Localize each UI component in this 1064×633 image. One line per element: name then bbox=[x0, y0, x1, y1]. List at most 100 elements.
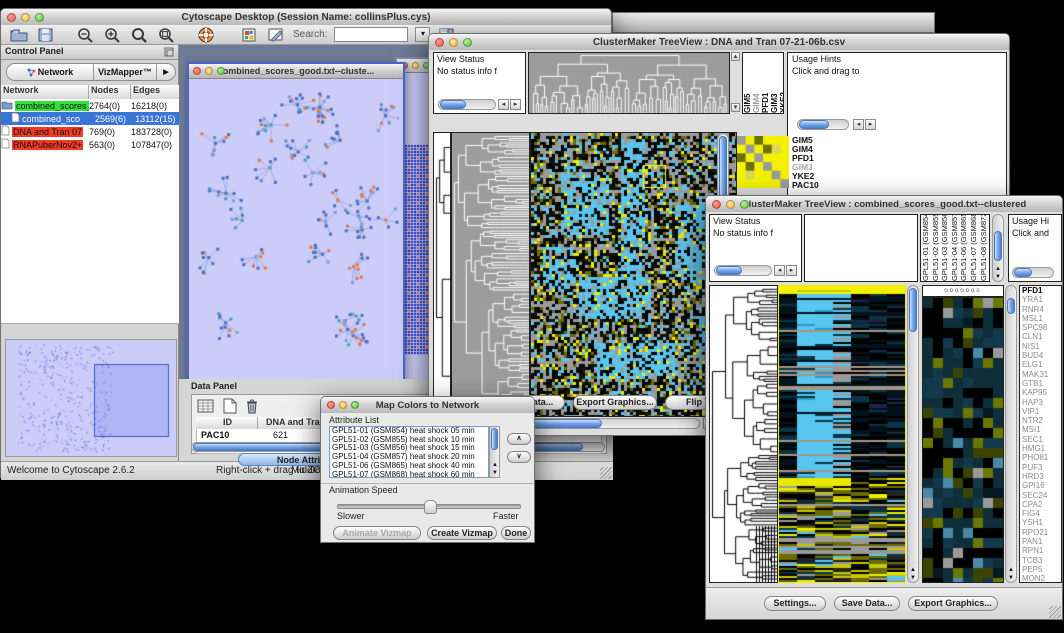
scroll-up-arrow[interactable]: ▲ bbox=[1008, 567, 1014, 573]
gene-label[interactable]: MSI1 bbox=[1022, 425, 1061, 434]
tv1-global-tree[interactable] bbox=[433, 132, 451, 417]
gene-label[interactable]: BUD4 bbox=[1022, 351, 1061, 360]
gene-label[interactable]: GPI16 bbox=[1022, 481, 1061, 490]
gene-label[interactable]: PEP5 bbox=[1022, 565, 1061, 574]
tv2-status-scrollbar[interactable] bbox=[714, 265, 772, 276]
tv1-heatmap-hscroll[interactable] bbox=[530, 418, 700, 429]
network-row[interactable]: combined_scores_2764(0)16218(0) bbox=[1, 99, 179, 112]
new-attribute-icon[interactable] bbox=[220, 397, 240, 415]
tv1-row-labels[interactable]: GIM5GIM4PFD1GIM3YKE2PAC10 bbox=[792, 136, 842, 192]
gene-label[interactable]: HAP3 bbox=[1022, 398, 1061, 407]
gene-label[interactable]: FIG4 bbox=[1022, 509, 1061, 518]
gene-label[interactable]: PHO81 bbox=[1022, 453, 1061, 462]
gene-label[interactable]: GTB1 bbox=[1022, 379, 1061, 388]
attribute-list-item[interactable]: GPL51-06 (GSM865) heat shock 40 min bbox=[332, 462, 488, 471]
gene-label[interactable]: SEC24 bbox=[1022, 491, 1061, 500]
minimize-button[interactable] bbox=[449, 38, 458, 47]
gene-label[interactable]: MSL1 bbox=[1022, 314, 1061, 323]
attribute-list-item[interactable]: GPL51-01 (GSM854) heat shock 05 min bbox=[332, 427, 488, 436]
minimize-button[interactable] bbox=[21, 13, 30, 22]
gene-label[interactable]: SPC98 bbox=[1022, 323, 1061, 332]
vizmap-icon[interactable] bbox=[239, 26, 259, 44]
tv1-column-labels[interactable]: GIM5GIM4PFD1GIM3YKE2PAC10 bbox=[742, 52, 784, 114]
tv2-settings-button[interactable]: Settings... bbox=[764, 596, 826, 611]
scroll-right-button[interactable]: ▸ bbox=[865, 119, 876, 130]
minimize-button[interactable] bbox=[205, 67, 213, 75]
gene-label[interactable]: SEC1 bbox=[1022, 435, 1061, 444]
gene-label[interactable]: MON2 bbox=[1022, 574, 1061, 583]
animation-speed-slider[interactable] bbox=[337, 504, 521, 509]
tv2-column-label[interactable]: GPL51-03 (GSM856) bbox=[940, 215, 950, 281]
gene-label[interactable]: YSH1 bbox=[1022, 518, 1061, 527]
attribute-list-scrollbar[interactable]: ▲ ▼ bbox=[489, 426, 500, 478]
minimize-button[interactable] bbox=[726, 200, 735, 209]
birdseye-view[interactable] bbox=[5, 339, 177, 457]
tv2-export-graphics-button[interactable]: Export Graphics... bbox=[908, 596, 998, 611]
tv2-heatmap-vscroll[interactable]: ▲ ▼ bbox=[907, 285, 919, 583]
attribute-list-item[interactable]: GPL51-04 (GSM857) heat shock 20 min bbox=[332, 453, 488, 462]
gene-label[interactable]: HMG1 bbox=[1022, 444, 1061, 453]
tv2-column-label[interactable]: GPL51-08 (GSM872) bbox=[979, 215, 989, 281]
move-up-button[interactable]: ∧ bbox=[507, 433, 531, 445]
tv2-row-dendrogram[interactable] bbox=[709, 285, 778, 583]
scroll-right-button[interactable]: ▸ bbox=[786, 265, 797, 276]
close-button[interactable] bbox=[193, 67, 201, 75]
close-button[interactable] bbox=[712, 200, 721, 209]
gene-label[interactable]: YRA1 bbox=[1022, 295, 1061, 304]
zoom-button[interactable] bbox=[351, 401, 359, 409]
tv2-gene-labels[interactable]: PFD1YRA1RNR4MSL1SPC98CLN1NIS1BUD4ELG1MAK… bbox=[1019, 285, 1062, 583]
tv2-heatmap[interactable] bbox=[778, 285, 906, 583]
zoom-out-icon[interactable] bbox=[76, 26, 96, 44]
minimize-button[interactable] bbox=[412, 62, 419, 69]
open-file-icon[interactable] bbox=[9, 26, 29, 44]
network-row[interactable]: combined_sco2569(6)13112(15) bbox=[1, 112, 179, 125]
gene-label[interactable]: KAP95 bbox=[1022, 388, 1061, 397]
gene-label[interactable]: HRD3 bbox=[1022, 472, 1061, 481]
gene-label[interactable]: NIS1 bbox=[1022, 342, 1061, 351]
create-vizmap-button[interactable]: Create Vizmap bbox=[427, 526, 497, 540]
tv2-column-label[interactable]: GPL51-07 (GSM868) bbox=[969, 215, 979, 281]
scroll-right-button[interactable]: ▸ bbox=[510, 99, 521, 110]
tv1-row-dendrogram[interactable] bbox=[451, 132, 530, 417]
gene-label[interactable]: ELG1 bbox=[1022, 360, 1061, 369]
tv2-column-label[interactable]: GPL51-06 (GSM865) bbox=[959, 215, 969, 281]
attribute-list-item[interactable]: GPL51-07 (GSM868) heat shock 60 min bbox=[332, 471, 488, 478]
gene-label[interactable]: CPA2 bbox=[1022, 500, 1061, 509]
resize-grip[interactable] bbox=[1049, 606, 1061, 618]
tv1-column-label[interactable]: GIM5 bbox=[743, 53, 752, 113]
tv2-hints-scrollbar[interactable] bbox=[1012, 267, 1054, 278]
zoom-selected-icon[interactable] bbox=[130, 26, 150, 44]
tv2-zoom-vscroll[interactable]: ▲ ▼ bbox=[1005, 285, 1017, 583]
tv1-column-label[interactable]: PFD1 bbox=[761, 53, 770, 113]
tv2-save-data-button[interactable]: Save Data... bbox=[834, 596, 900, 611]
tv1-status-scrollbar[interactable] bbox=[438, 99, 496, 110]
tv2-column-tree-area[interactable] bbox=[804, 214, 918, 282]
zoom-button[interactable] bbox=[740, 200, 749, 209]
tv2-zoom-heatmap[interactable] bbox=[922, 297, 1004, 583]
move-down-button[interactable]: ∨ bbox=[507, 451, 531, 463]
window-controls[interactable] bbox=[7, 13, 44, 22]
annotation-icon[interactable] bbox=[266, 26, 286, 44]
gene-label[interactable]: RPN1 bbox=[1022, 546, 1061, 555]
tv1-zoom-matrix[interactable] bbox=[737, 136, 789, 188]
gene-label[interactable]: MAK31 bbox=[1022, 370, 1061, 379]
scroll-down-arrow[interactable]: ▼ bbox=[910, 575, 916, 581]
help-lifering-icon[interactable] bbox=[197, 26, 217, 44]
zoom-button[interactable] bbox=[217, 67, 225, 75]
gene-label[interactable]: PUF3 bbox=[1022, 463, 1061, 472]
tv1-hints-scrollbar[interactable] bbox=[797, 119, 849, 130]
tv1-export-graphics-button[interactable]: Export Graphics... bbox=[573, 395, 657, 410]
scroll-left-button[interactable]: ◂ bbox=[853, 119, 864, 130]
tv2-column-label[interactable]: GPL51-02 (GSM855) bbox=[931, 215, 941, 281]
data-col-id[interactable]: ID bbox=[196, 417, 258, 429]
tv1-column-dendrogram[interactable] bbox=[528, 52, 730, 114]
save-icon[interactable] bbox=[36, 26, 56, 44]
scroll-left-button[interactable]: ◂ bbox=[498, 99, 509, 110]
attribute-select-icon[interactable] bbox=[196, 397, 216, 415]
tv1-row-label[interactable]: PAC10 bbox=[792, 181, 842, 190]
zoom-fit-icon[interactable] bbox=[157, 26, 177, 44]
network-row[interactable]: DNA and Tran 07769(0)183728(0) bbox=[1, 125, 179, 138]
tv2-column-label[interactable]: GPL51-01 (GSM854) bbox=[921, 215, 931, 281]
tv2-labels-vscroll[interactable]: ▲ ▼ bbox=[992, 214, 1004, 282]
scroll-down-arrow[interactable]: ▼ bbox=[995, 274, 1001, 280]
